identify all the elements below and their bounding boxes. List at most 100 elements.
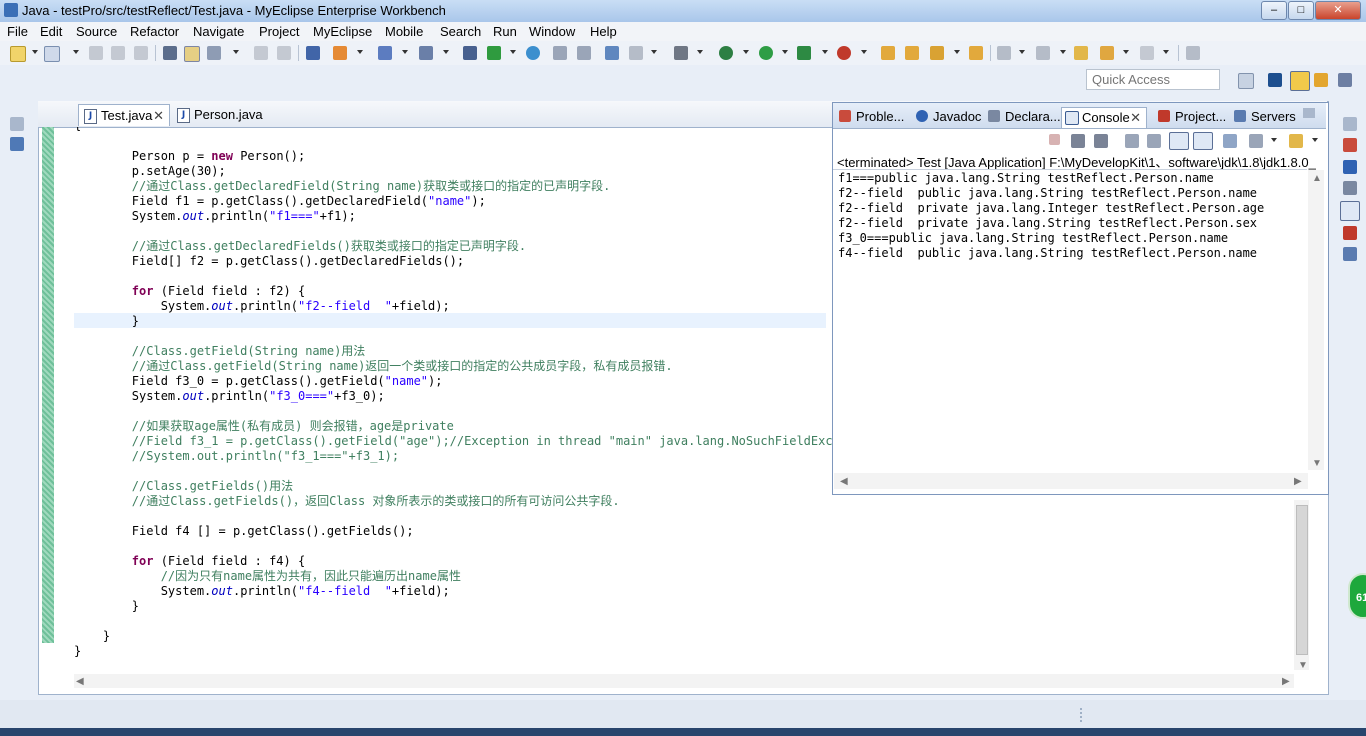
- globe-icon[interactable]: [526, 46, 540, 60]
- next-annotation-dropdown-icon[interactable]: [1019, 50, 1025, 54]
- forward-dropdown-icon[interactable]: [1163, 50, 1169, 54]
- capture-dropdown-icon[interactable]: [651, 50, 657, 54]
- menu-project[interactable]: Project: [259, 24, 299, 39]
- search-dropdown-icon[interactable]: [443, 50, 449, 54]
- display-icon[interactable]: [674, 46, 688, 60]
- clear-console-icon[interactable]: [1125, 134, 1139, 148]
- maximize-button[interactable]: □: [1288, 1, 1314, 20]
- scroll-right-arrow-icon[interactable]: ▶: [1282, 676, 1290, 687]
- external-tools-dropdown-icon[interactable]: [861, 50, 867, 54]
- scroll-lock-icon[interactable]: [1147, 134, 1161, 148]
- launch-icon[interactable]: [487, 46, 501, 60]
- table-icon[interactable]: [605, 46, 619, 60]
- editor-scroll-thumb[interactable]: [1296, 505, 1308, 655]
- menu-myeclipse[interactable]: MyEclipse: [313, 24, 372, 39]
- minimize-view-icon[interactable]: [1303, 108, 1315, 118]
- console-scroll-up-icon[interactable]: ▲: [1312, 173, 1322, 184]
- forward-icon[interactable]: [1140, 46, 1154, 60]
- remove-launch-icon[interactable]: [1071, 134, 1085, 148]
- open-file-icon[interactable]: [577, 46, 591, 60]
- display-console-icon[interactable]: [1249, 134, 1263, 148]
- problems-trim-icon[interactable]: [1343, 138, 1357, 152]
- capture-icon[interactable]: [629, 46, 643, 60]
- last-edit-icon[interactable]: [1074, 46, 1088, 60]
- menu-mobile[interactable]: Mobile: [385, 24, 423, 39]
- deploy-dropdown-icon[interactable]: [402, 50, 408, 54]
- menu-search[interactable]: Search: [440, 24, 481, 39]
- new-class-icon[interactable]: [44, 46, 60, 62]
- pin-editor-icon[interactable]: [1186, 46, 1200, 60]
- debug-icon[interactable]: [719, 46, 733, 60]
- servers-trim-icon[interactable]: [1343, 247, 1357, 261]
- display-console-dropdown-icon[interactable]: [1271, 138, 1277, 142]
- open-type-icon[interactable]: [163, 46, 177, 60]
- open-folder-icon[interactable]: [905, 46, 919, 60]
- open-console-dropdown-icon[interactable]: [1312, 138, 1318, 142]
- terminate-icon[interactable]: [1049, 134, 1060, 145]
- console-trim-icon[interactable]: [1340, 201, 1360, 221]
- menu-navigate[interactable]: Navigate: [193, 24, 244, 39]
- console-scroll-down-icon[interactable]: ▼: [1312, 458, 1322, 469]
- deploy-icon[interactable]: [378, 46, 392, 60]
- open-console-icon[interactable]: [1289, 134, 1303, 148]
- scroll-down-arrow-icon[interactable]: ▼: [1298, 660, 1308, 671]
- tab-console[interactable]: Console ✕: [1061, 107, 1147, 128]
- menu-refactor[interactable]: Refactor: [130, 24, 179, 39]
- menu-help[interactable]: Help: [590, 24, 617, 39]
- show-on-output-icon[interactable]: [1169, 132, 1189, 150]
- redo-icon[interactable]: [277, 46, 291, 60]
- coverage-icon[interactable]: [797, 46, 811, 60]
- wand-icon[interactable]: [930, 46, 944, 60]
- tab-person-java[interactable]: J Person.java: [172, 104, 272, 126]
- project-trim-icon[interactable]: [1343, 226, 1357, 240]
- save-icon[interactable]: [89, 46, 103, 60]
- tab-declaration[interactable]: Declara...: [985, 107, 1061, 128]
- tab-javadoc[interactable]: Javadoc: [913, 107, 981, 128]
- quick-access-input[interactable]: [1086, 69, 1220, 90]
- save-all-icon[interactable]: [111, 46, 125, 60]
- package-explorer-icon[interactable]: [10, 137, 24, 151]
- display-dropdown-icon[interactable]: [697, 50, 703, 54]
- close-tab-icon[interactable]: ✕: [153, 105, 164, 127]
- new-class-dropdown-icon[interactable]: [73, 50, 79, 54]
- open-project-icon[interactable]: [969, 46, 983, 60]
- new-dropdown-icon[interactable]: [32, 50, 38, 54]
- editor-horizontal-scrollbar[interactable]: [74, 674, 1294, 688]
- scroll-left-arrow-icon[interactable]: ◀: [76, 676, 84, 687]
- back-icon[interactable]: [1100, 46, 1114, 60]
- declaration-trim-icon[interactable]: [1343, 181, 1357, 195]
- notification-badge[interactable]: 61: [1348, 573, 1366, 619]
- javadoc-trim-icon[interactable]: [1343, 160, 1357, 174]
- tab-servers[interactable]: Servers: [1231, 107, 1296, 128]
- menu-file[interactable]: File: [7, 24, 28, 39]
- launch-dropdown-icon[interactable]: [510, 50, 516, 54]
- debug-perspective-icon[interactable]: [1338, 73, 1352, 87]
- close-button[interactable]: ✕: [1315, 1, 1361, 20]
- java-perspective-icon[interactable]: [1290, 71, 1310, 91]
- coverage-dropdown-icon[interactable]: [822, 50, 828, 54]
- tab-test-java[interactable]: J Test.java ✕: [78, 104, 170, 126]
- pin-console-icon[interactable]: [1223, 134, 1237, 148]
- myeclipse-perspective-icon[interactable]: [1268, 73, 1282, 87]
- tab-problems[interactable]: Proble...: [836, 107, 904, 128]
- layout-icon[interactable]: [463, 46, 477, 60]
- print-icon[interactable]: [134, 46, 148, 60]
- open-perspective-icon[interactable]: [1238, 73, 1254, 89]
- undo-icon[interactable]: [254, 46, 268, 60]
- external-tools-icon[interactable]: [837, 46, 851, 60]
- restore-right-icon[interactable]: [1343, 117, 1357, 131]
- show-on-error-icon[interactable]: [1193, 132, 1213, 150]
- wand-dropdown-icon[interactable]: [954, 50, 960, 54]
- run-icon[interactable]: [759, 46, 773, 60]
- new-icon[interactable]: [10, 46, 26, 62]
- console-scroll-right-icon[interactable]: ▶: [1294, 476, 1302, 487]
- toggle-mark-icon[interactable]: [184, 46, 200, 62]
- remove-all-icon[interactable]: [1094, 134, 1108, 148]
- search-icon[interactable]: [419, 46, 433, 60]
- menu-source[interactable]: Source: [76, 24, 117, 39]
- debug-dropdown-icon[interactable]: [743, 50, 749, 54]
- back-dropdown-icon[interactable]: [1123, 50, 1129, 54]
- minimize-button[interactable]: ‒: [1261, 1, 1287, 20]
- close-tab-icon[interactable]: ✕: [1130, 108, 1141, 128]
- run-dropdown-icon[interactable]: [782, 50, 788, 54]
